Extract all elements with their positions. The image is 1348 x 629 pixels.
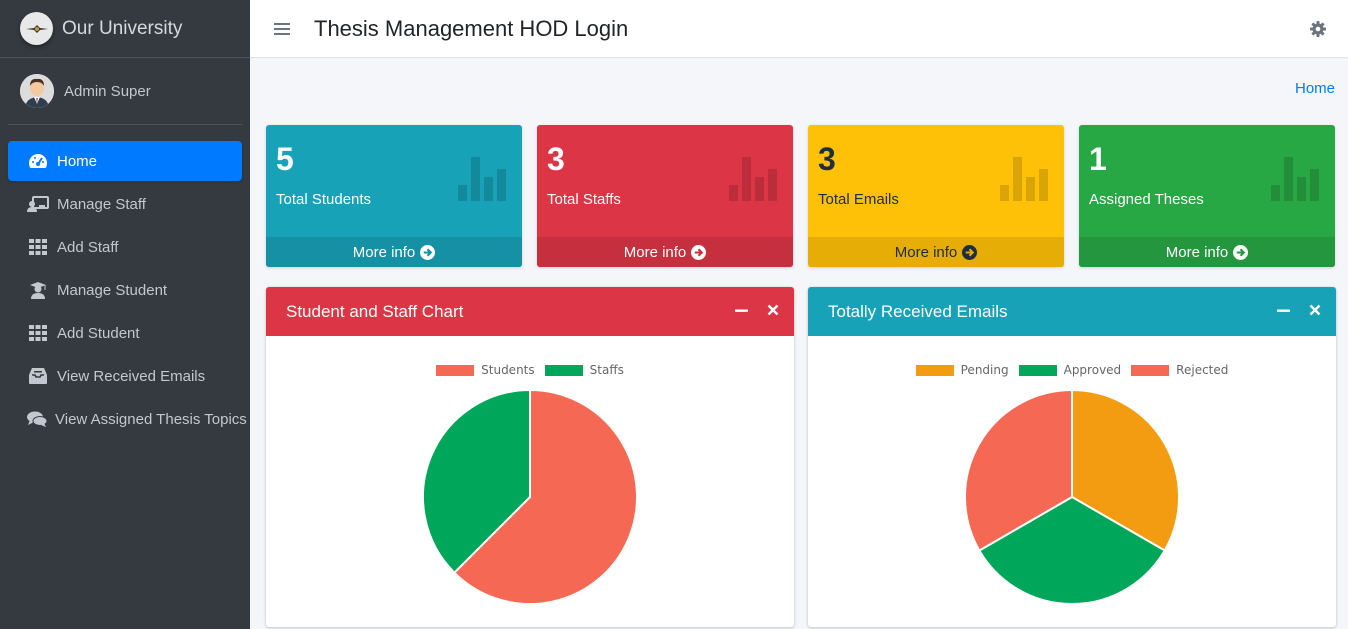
more-info-label: More info: [894, 243, 958, 261]
bar-chart-icon: [1271, 157, 1319, 201]
arrow-circle-right-icon: [1233, 244, 1249, 260]
avatar: [20, 74, 54, 108]
stat-label: Total Staffs: [547, 191, 621, 208]
legend-label: Students: [481, 363, 535, 377]
comments-icon: [27, 410, 47, 428]
stat-label: Assigned Theses: [1089, 191, 1204, 208]
page-title: Thesis Management HOD Login: [314, 15, 629, 41]
stat-box-assigned-theses: 1 Assigned Theses More info: [1079, 125, 1335, 267]
more-info-link[interactable]: More info: [266, 237, 522, 267]
brand-link[interactable]: Our University: [0, 0, 250, 58]
grid-icon: [27, 324, 49, 342]
sidebar-item-home[interactable]: Home: [8, 141, 242, 181]
arrow-circle-right-icon: [691, 244, 707, 260]
sidebar-nav: Home Manage Staff Add Staff Manage Stude…: [0, 141, 250, 439]
bar-chart-icon: [1000, 157, 1048, 201]
collapse-minus-icon[interactable]: [1276, 303, 1290, 317]
sidebar-item-label: Manage Staff: [57, 195, 146, 213]
legend-label: Approved: [1063, 363, 1122, 377]
more-info-label: More info: [352, 243, 416, 261]
stat-value: 3: [547, 141, 565, 177]
sidebar-item-manage-student[interactable]: Manage Student: [8, 270, 242, 310]
legend-label: Pending: [960, 363, 1009, 377]
stat-value: 1: [1089, 141, 1107, 177]
received-emails-chart-card: Totally Received Emails Pending Approved R…: [808, 287, 1336, 627]
tachometer-icon: [27, 152, 49, 170]
stat-box-total-students: 5 Total Students More info: [266, 125, 522, 267]
user-name: Admin Super: [64, 82, 151, 100]
more-info-label: More info: [1165, 243, 1229, 261]
more-info-link[interactable]: More info: [537, 237, 793, 267]
stat-value: 5: [276, 141, 294, 177]
more-info-label: More info: [623, 243, 687, 261]
breadcrumb-home-link[interactable]: Home: [1295, 80, 1335, 97]
card-tools: [1276, 303, 1322, 317]
more-info-link[interactable]: More info: [808, 237, 1064, 267]
university-logo-icon: [20, 12, 53, 45]
legend-label: Rejected: [1176, 363, 1229, 377]
chart-legend: Students Staffs: [266, 363, 794, 377]
arrow-circle-right-icon: [420, 244, 436, 260]
staff-icon: [27, 195, 49, 213]
sidebar-item-label: View Assigned Thesis Topics: [55, 410, 247, 428]
close-icon[interactable]: [766, 303, 780, 317]
legend-swatch: [436, 364, 475, 376]
card-header: Student and Staff Chart: [266, 287, 794, 336]
stat-label: Total Students: [276, 191, 372, 208]
legend-swatch: [1018, 364, 1057, 376]
menu-toggle-icon[interactable]: [274, 22, 290, 36]
legend-item[interactable]: Staffs: [544, 363, 624, 377]
stat-label: Total Emails: [818, 191, 899, 208]
legend-swatch: [544, 364, 583, 376]
user-panel[interactable]: Admin Super: [8, 58, 242, 125]
pie-chart-students-staffs: [422, 388, 638, 605]
bar-chart-icon: [729, 157, 777, 201]
legend-label: Staffs: [589, 363, 624, 377]
card-header: Totally Received Emails: [808, 287, 1336, 336]
grid-icon: [27, 238, 49, 256]
sidebar-item-label: Home: [57, 152, 98, 170]
sidebar-item-view-assigned-thesis-topics[interactable]: View Assigned Thesis Topics: [8, 399, 247, 439]
student-staff-chart-card: Student and Staff Chart Students Staffs: [266, 287, 794, 627]
sidebar-item-label: Add Student: [57, 324, 140, 342]
collapse-minus-icon[interactable]: [734, 303, 748, 317]
more-info-link[interactable]: More info: [1079, 237, 1335, 267]
top-navbar: Thesis Management HOD Login: [250, 0, 1348, 58]
legend-item[interactable]: Approved: [1018, 363, 1122, 377]
stat-box-total-emails: 3 Total Emails More info: [808, 125, 1064, 267]
card-tools: [734, 303, 780, 317]
legend-swatch: [1131, 364, 1170, 376]
card-title: Totally Received Emails: [828, 301, 1008, 321]
legend-swatch: [915, 364, 954, 376]
pie-chart-emails: [964, 388, 1180, 605]
stat-box-total-staffs: 3 Total Staffs More info: [537, 125, 793, 267]
sidebar-item-view-received-emails[interactable]: View Received Emails: [8, 356, 242, 396]
sidebar-item-label: Add Staff: [57, 238, 119, 256]
sidebar-item-label: View Received Emails: [57, 367, 206, 385]
sidebar-item-add-staff[interactable]: Add Staff: [8, 227, 242, 267]
bar-chart-icon: [458, 157, 506, 201]
card-title: Student and Staff Chart: [286, 301, 464, 321]
legend-item[interactable]: Students: [436, 363, 535, 377]
brand-name: Our University: [62, 17, 183, 39]
gear-icon[interactable]: [1310, 21, 1326, 37]
legend-item[interactable]: Pending: [915, 363, 1009, 377]
arrow-circle-right-icon: [962, 244, 978, 260]
legend-item[interactable]: Rejected: [1131, 363, 1228, 377]
sidebar-item-label: Manage Student: [57, 281, 168, 299]
close-icon[interactable]: [1308, 303, 1322, 317]
inbox-icon: [27, 367, 49, 385]
graduate-icon: [27, 281, 49, 299]
chart-legend: Pending Approved Rejected: [808, 363, 1336, 377]
sidebar-item-add-student[interactable]: Add Student: [8, 313, 242, 353]
sidebar: Our University Admin Super Home Manage S…: [0, 0, 250, 629]
stat-value: 3: [818, 141, 836, 177]
sidebar-item-manage-staff[interactable]: Manage Staff: [8, 184, 242, 224]
